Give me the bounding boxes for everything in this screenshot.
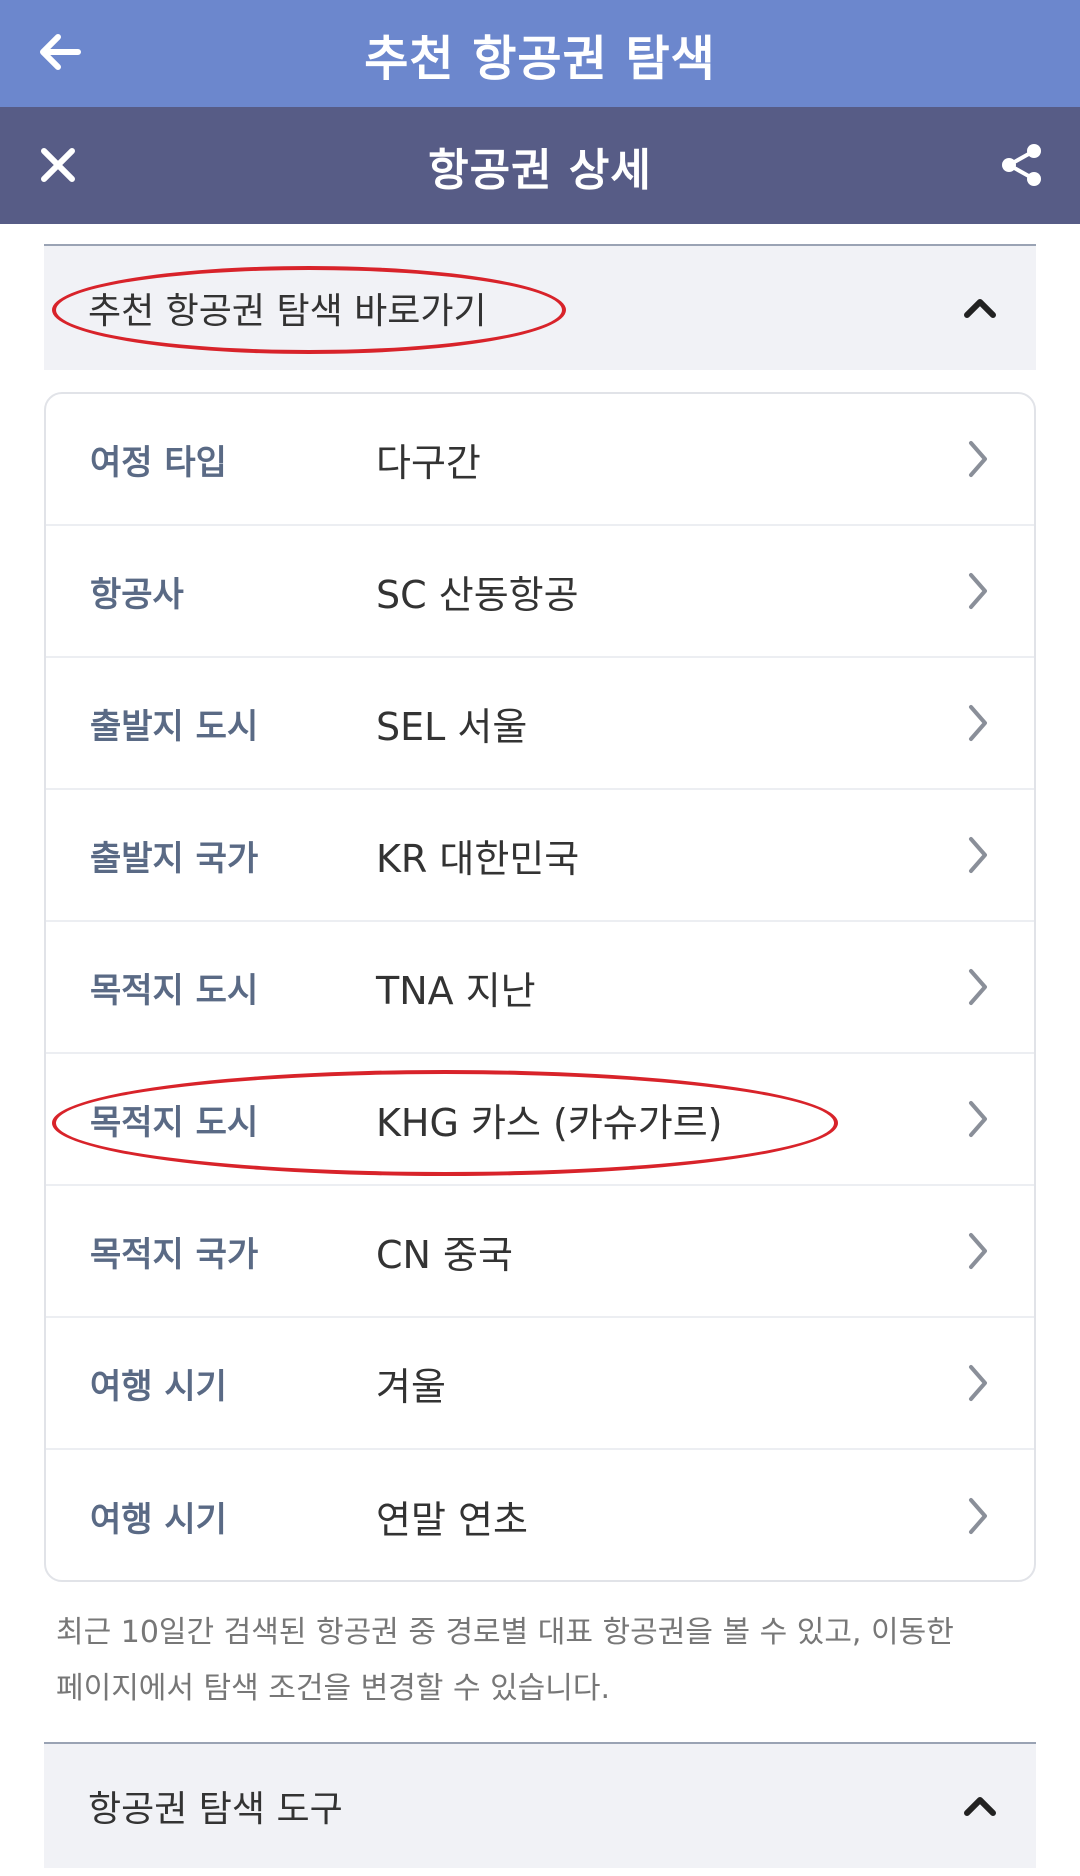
detail-row-value: KR 대한민국 xyxy=(376,836,580,881)
detail-row-value: SEL 서울 xyxy=(376,704,528,749)
detail-row[interactable]: 여행 시기 겨울 xyxy=(46,1318,1034,1450)
chevron-right-icon xyxy=(960,701,996,745)
info-note-line: 페이지에서 탐색 조건을 변경할 수 있습니다. xyxy=(56,1671,611,1706)
shortcut-accordion-label: 추천 항공권 탐색 바로가기 xyxy=(88,291,487,332)
back-button[interactable] xyxy=(30,22,90,82)
chevron-right-icon xyxy=(960,437,996,481)
detail-row[interactable]: 출발지 국가 KR 대한민국 xyxy=(46,790,1034,922)
detail-header: 항공권 상세 xyxy=(0,107,1080,224)
share-button[interactable] xyxy=(992,135,1052,195)
detail-row-value: KHG 카스 (카슈가르) xyxy=(376,1100,723,1145)
shortcut-accordion-header[interactable]: 추천 항공권 탐색 바로가기 xyxy=(44,244,1036,370)
detail-row-label: 출발지 국가 xyxy=(90,838,259,879)
chevron-up-icon xyxy=(958,1784,1002,1828)
info-note: 최근 10일간 검색된 항공권 중 경로별 대표 항공권을 볼 수 있고, 이동… xyxy=(56,1605,1016,1717)
chevron-up-icon xyxy=(958,286,1002,330)
tools-accordion-header[interactable]: 항공권 탐색 도구 xyxy=(44,1742,1036,1868)
detail-row[interactable]: 목적지 도시 KHG 카스 (카슈가르) xyxy=(46,1054,1034,1186)
detail-row[interactable]: 출발지 도시 SEL 서울 xyxy=(46,658,1034,790)
detail-row-value: 연말 연초 xyxy=(376,1497,528,1542)
share-icon xyxy=(1002,144,1041,186)
app-title: 추천 항공권 탐색 xyxy=(364,30,716,87)
chevron-right-icon xyxy=(960,1361,996,1405)
detail-row[interactable]: 여정 타입 다구간 xyxy=(46,394,1034,526)
close-button[interactable] xyxy=(28,135,88,195)
flight-detail-list: 여정 타입 다구간항공사 SC 산동항공출발지 도시 SEL 서울출발지 국가 KR 대… xyxy=(44,392,1036,1582)
detail-row-label: 목적지 국가 xyxy=(90,1234,259,1275)
detail-title: 항공권 상세 xyxy=(428,144,652,196)
detail-row-value: SC 산동항공 xyxy=(376,572,579,617)
chevron-right-icon xyxy=(960,1097,996,1141)
app-header: 추천 항공권 탐색 xyxy=(0,0,1080,107)
detail-row[interactable]: 목적지 도시 TNA 지난 xyxy=(46,922,1034,1054)
detail-row-label: 여행 시기 xyxy=(90,1499,227,1540)
detail-row-label: 여정 타입 xyxy=(90,442,227,483)
detail-row-label: 출발지 도시 xyxy=(90,706,259,747)
detail-row-value: CN 중국 xyxy=(376,1232,513,1277)
detail-row-value: 겨울 xyxy=(376,1364,446,1409)
detail-row-value: TNA 지난 xyxy=(376,968,536,1013)
detail-row[interactable]: 여행 시기 연말 연초 xyxy=(46,1450,1034,1580)
detail-row-label: 목적지 도시 xyxy=(90,970,259,1011)
tools-accordion-label: 항공권 탐색 도구 xyxy=(88,1789,343,1830)
detail-row-value: 다구간 xyxy=(376,440,481,485)
detail-row-label: 항공사 xyxy=(90,574,184,615)
close-icon xyxy=(41,148,75,182)
arrow-left-icon xyxy=(40,34,81,70)
chevron-right-icon xyxy=(960,569,996,613)
detail-row-label: 목적지 도시 xyxy=(90,1102,259,1143)
chevron-right-icon xyxy=(960,833,996,877)
detail-row-label: 여행 시기 xyxy=(90,1366,227,1407)
detail-row[interactable]: 목적지 국가 CN 중국 xyxy=(46,1186,1034,1318)
chevron-right-icon xyxy=(960,965,996,1009)
detail-row[interactable]: 항공사 SC 산동항공 xyxy=(46,526,1034,658)
chevron-right-icon xyxy=(960,1494,996,1538)
chevron-right-icon xyxy=(960,1229,996,1273)
info-note-line: 최근 10일간 검색된 항공권 중 경로별 대표 항공권을 볼 수 있고, 이동… xyxy=(56,1615,954,1650)
